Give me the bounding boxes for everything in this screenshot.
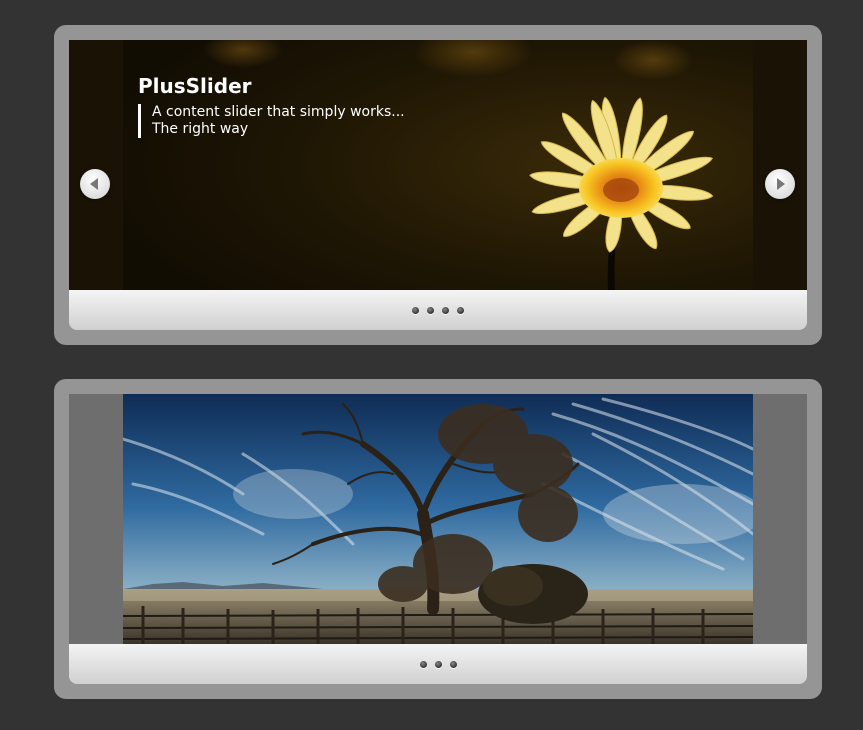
pager-dot-3[interactable] [442,306,449,314]
slide-viewport: PlusSlider A content slider that simply … [69,40,807,290]
pager-dot-3[interactable] [449,660,457,668]
slide-pager [69,644,807,684]
bare-tree-landscape-photo [123,394,753,644]
previous-slide-button[interactable] [80,169,110,199]
slide-caption: A content slider that simply works... Th… [138,104,405,138]
pager-dot-2[interactable] [434,660,442,668]
slide-pager [69,290,807,330]
slide-title: PlusSlider [138,74,252,98]
chevron-left-icon [90,178,98,190]
pager-dot-1[interactable] [419,660,427,668]
chevron-right-icon [777,178,785,190]
plus-slider-bottom [54,379,822,699]
plus-slider-top: PlusSlider A content slider that simply … [54,25,822,345]
pager-dot-2[interactable] [427,306,434,314]
pager-dot-1[interactable] [412,306,419,314]
slide-caption-line: A content slider that simply works... [152,104,405,120]
slide-caption-line: The right way [152,121,249,137]
pager-dot-4[interactable] [457,306,464,314]
next-slide-button[interactable] [765,169,795,199]
slide-viewport [69,394,807,644]
